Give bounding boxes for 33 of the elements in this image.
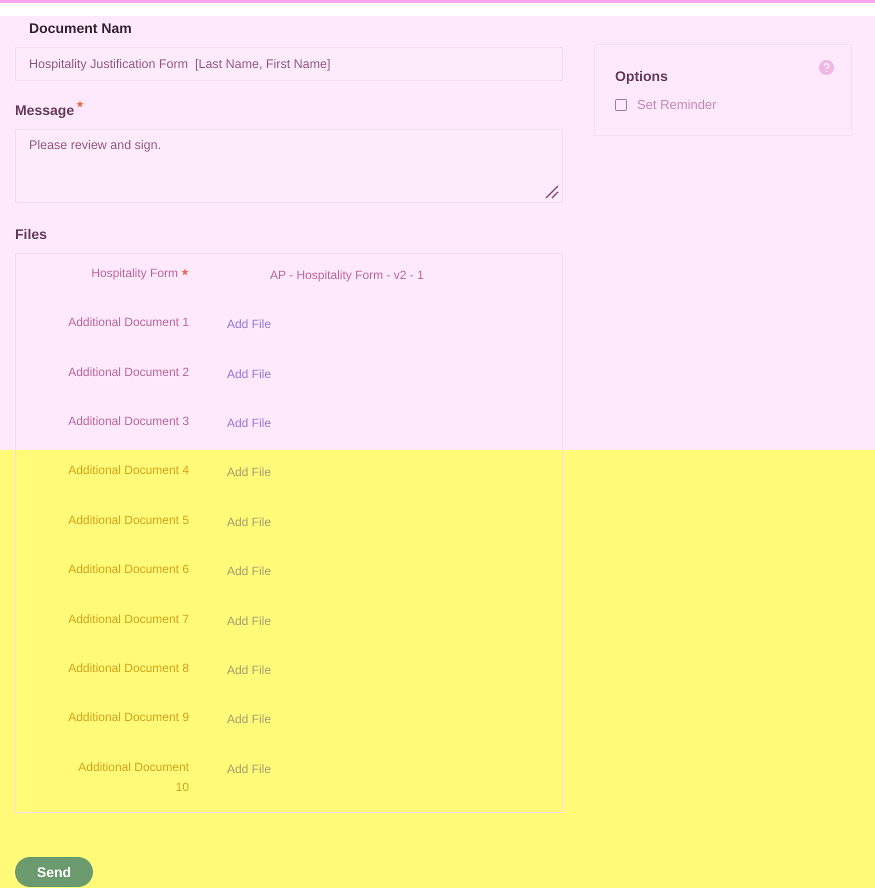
file-slot-label: Hospitality Form bbox=[91, 265, 178, 282]
file-slot-label: Additional Document 1 bbox=[68, 314, 189, 332]
section-heading: Files bbox=[15, 225, 48, 244]
panel-title: Options bbox=[615, 67, 669, 86]
file-slot-label: Additional Document 3 bbox=[68, 413, 189, 430]
file-slot-label: Additional Document 9 bbox=[68, 709, 189, 726]
add-file-link[interactable]: Add File bbox=[227, 614, 272, 628]
file-slot-label: Additional Document 8 bbox=[68, 660, 189, 677]
add-file-link[interactable]: Add File bbox=[227, 564, 272, 578]
file-slot-label: Additional Document 5 bbox=[68, 512, 189, 529]
add-file-link[interactable]: Add File bbox=[227, 317, 272, 332]
help-icon[interactable] bbox=[819, 60, 834, 75]
attached-file-name: AP - Hospitality Form - v2 - 1 bbox=[270, 268, 424, 282]
add-file-link[interactable]: Add File bbox=[227, 662, 272, 677]
file-slot-label: Additional Document 2 bbox=[68, 364, 189, 381]
add-file-link[interactable]: Add File bbox=[227, 712, 272, 726]
add-file-link[interactable]: Add File bbox=[227, 514, 272, 529]
document-name-field[interactable]: Hospitality Justification Form [Last Name, First Name] bbox=[15, 47, 563, 81]
file-slot-label: Additional Document 10 bbox=[77, 758, 189, 796]
checkbox-label: Set Reminder bbox=[637, 96, 716, 114]
file-slot-label: Additional Document 6 bbox=[68, 561, 189, 578]
add-file-link[interactable]: Add File bbox=[227, 762, 272, 776]
file-slot-label: Additional Document 4 bbox=[68, 462, 189, 480]
send-button[interactable]: Send bbox=[15, 857, 93, 887]
field-label: Message bbox=[15, 101, 74, 120]
file-slot-label: Additional Document 7 bbox=[68, 610, 189, 628]
add-file-link[interactable]: Add File bbox=[227, 465, 272, 480]
add-file-link[interactable]: Add File bbox=[227, 366, 272, 381]
add-file-link[interactable]: Add File bbox=[227, 416, 272, 430]
checkbox[interactable] bbox=[615, 98, 627, 111]
resize-handle-icon[interactable] bbox=[545, 185, 559, 199]
field-label: Document Nam bbox=[28, 19, 133, 38]
message-field[interactable]: Please review and sign. bbox=[15, 129, 563, 203]
